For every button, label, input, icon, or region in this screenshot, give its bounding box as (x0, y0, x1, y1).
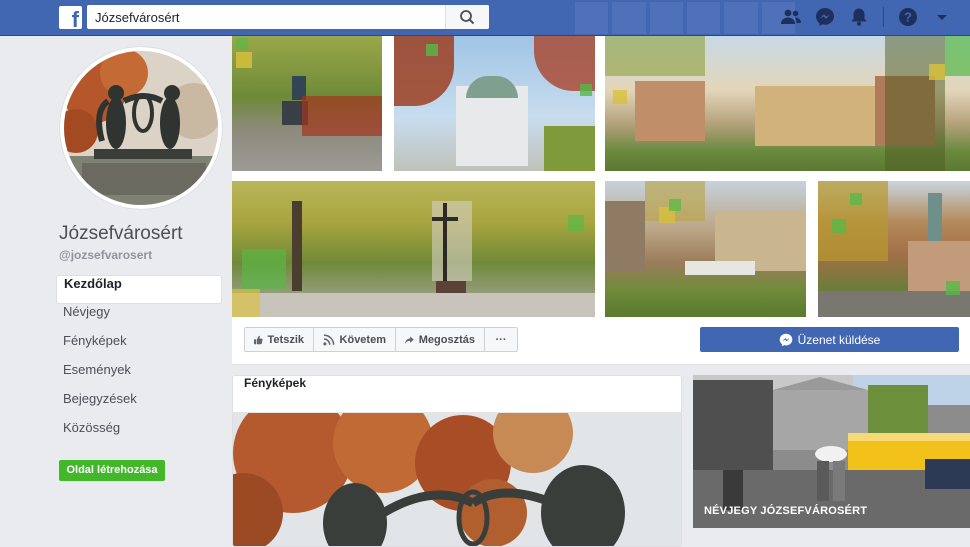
cover-photo-church-street (818, 181, 970, 317)
svg-text:?: ? (904, 10, 912, 25)
about-card[interactable]: NÉVJEGY JÓZSEFVÁROSÉRT (693, 375, 970, 528)
nav-item-events[interactable]: Események (56, 362, 222, 391)
top-navigation-bar: f ? (0, 0, 970, 36)
rss-icon (323, 333, 335, 345)
nav-item-about[interactable]: Névjegy (56, 304, 222, 333)
search-icon (460, 10, 475, 25)
help-icon[interactable]: ? (898, 6, 918, 28)
more-options-icon: ··· (495, 333, 507, 346)
cover-photo-collage[interactable] (232, 36, 970, 317)
search-box (87, 5, 489, 29)
photos-card-image[interactable] (233, 413, 681, 546)
friends-icon[interactable] (781, 6, 801, 28)
divider (883, 7, 884, 27)
page-name[interactable]: Józsefvárosért (59, 223, 183, 245)
about-card-label: NÉVJEGY JÓZSEFVÁROSÉRT (704, 505, 868, 517)
search-input[interactable] (87, 5, 447, 29)
cover-photo-church-dome (394, 36, 595, 171)
share-label: Megosztás (418, 333, 475, 346)
left-sidebar: Józsefvárosért @jozsefvarosert Kezdőlap … (0, 36, 232, 547)
cover-photo-square-buildings (605, 36, 970, 171)
photos-card: Fényképek (232, 375, 682, 547)
cover-photo-park-stroller (232, 36, 382, 171)
cover-photo-street-square (605, 181, 806, 317)
share-arrow-icon (405, 335, 414, 344)
page-handle[interactable]: @jozsefvarosert (59, 248, 152, 262)
profile-picture[interactable] (60, 47, 222, 209)
search-button[interactable] (445, 5, 489, 29)
share-button[interactable]: Megosztás (395, 327, 485, 352)
like-button[interactable]: Tetszik (244, 327, 314, 352)
top-icons: ? (781, 6, 952, 28)
messenger-icon (779, 333, 792, 346)
dropdown-icon[interactable] (932, 6, 952, 28)
bell-icon[interactable] (849, 6, 869, 28)
page-navigation: Kezdőlap Névjegy Fényképek Események Bej… (56, 275, 222, 449)
blurred-profile-area (575, 2, 795, 34)
send-message-button[interactable]: Üzenet küldése (700, 327, 959, 352)
create-page-button[interactable]: Oldal létrehozása (59, 460, 165, 481)
page-action-bar: Tetszik Követem Megosztás ··· Üzenet kül… (232, 317, 970, 365)
photos-card-title[interactable]: Fényképek (233, 376, 681, 413)
nav-item-photos[interactable]: Fényképek (56, 333, 222, 362)
like-label: Tetszik (267, 333, 304, 346)
follow-button[interactable]: Követem (313, 327, 396, 352)
nav-item-community[interactable]: Közösség (56, 420, 222, 449)
thumbs-up-icon (254, 335, 263, 344)
follow-label: Követem (339, 333, 386, 346)
more-options-button[interactable]: ··· (484, 327, 518, 352)
nav-item-home[interactable]: Kezdőlap (56, 275, 222, 304)
cover-photo-memorial-cross (232, 181, 595, 317)
nav-item-posts[interactable]: Bejegyzések (56, 391, 222, 420)
messenger-icon[interactable] (815, 6, 835, 28)
send-message-label: Üzenet küldése (797, 332, 881, 347)
facebook-logo[interactable]: f (59, 6, 82, 29)
